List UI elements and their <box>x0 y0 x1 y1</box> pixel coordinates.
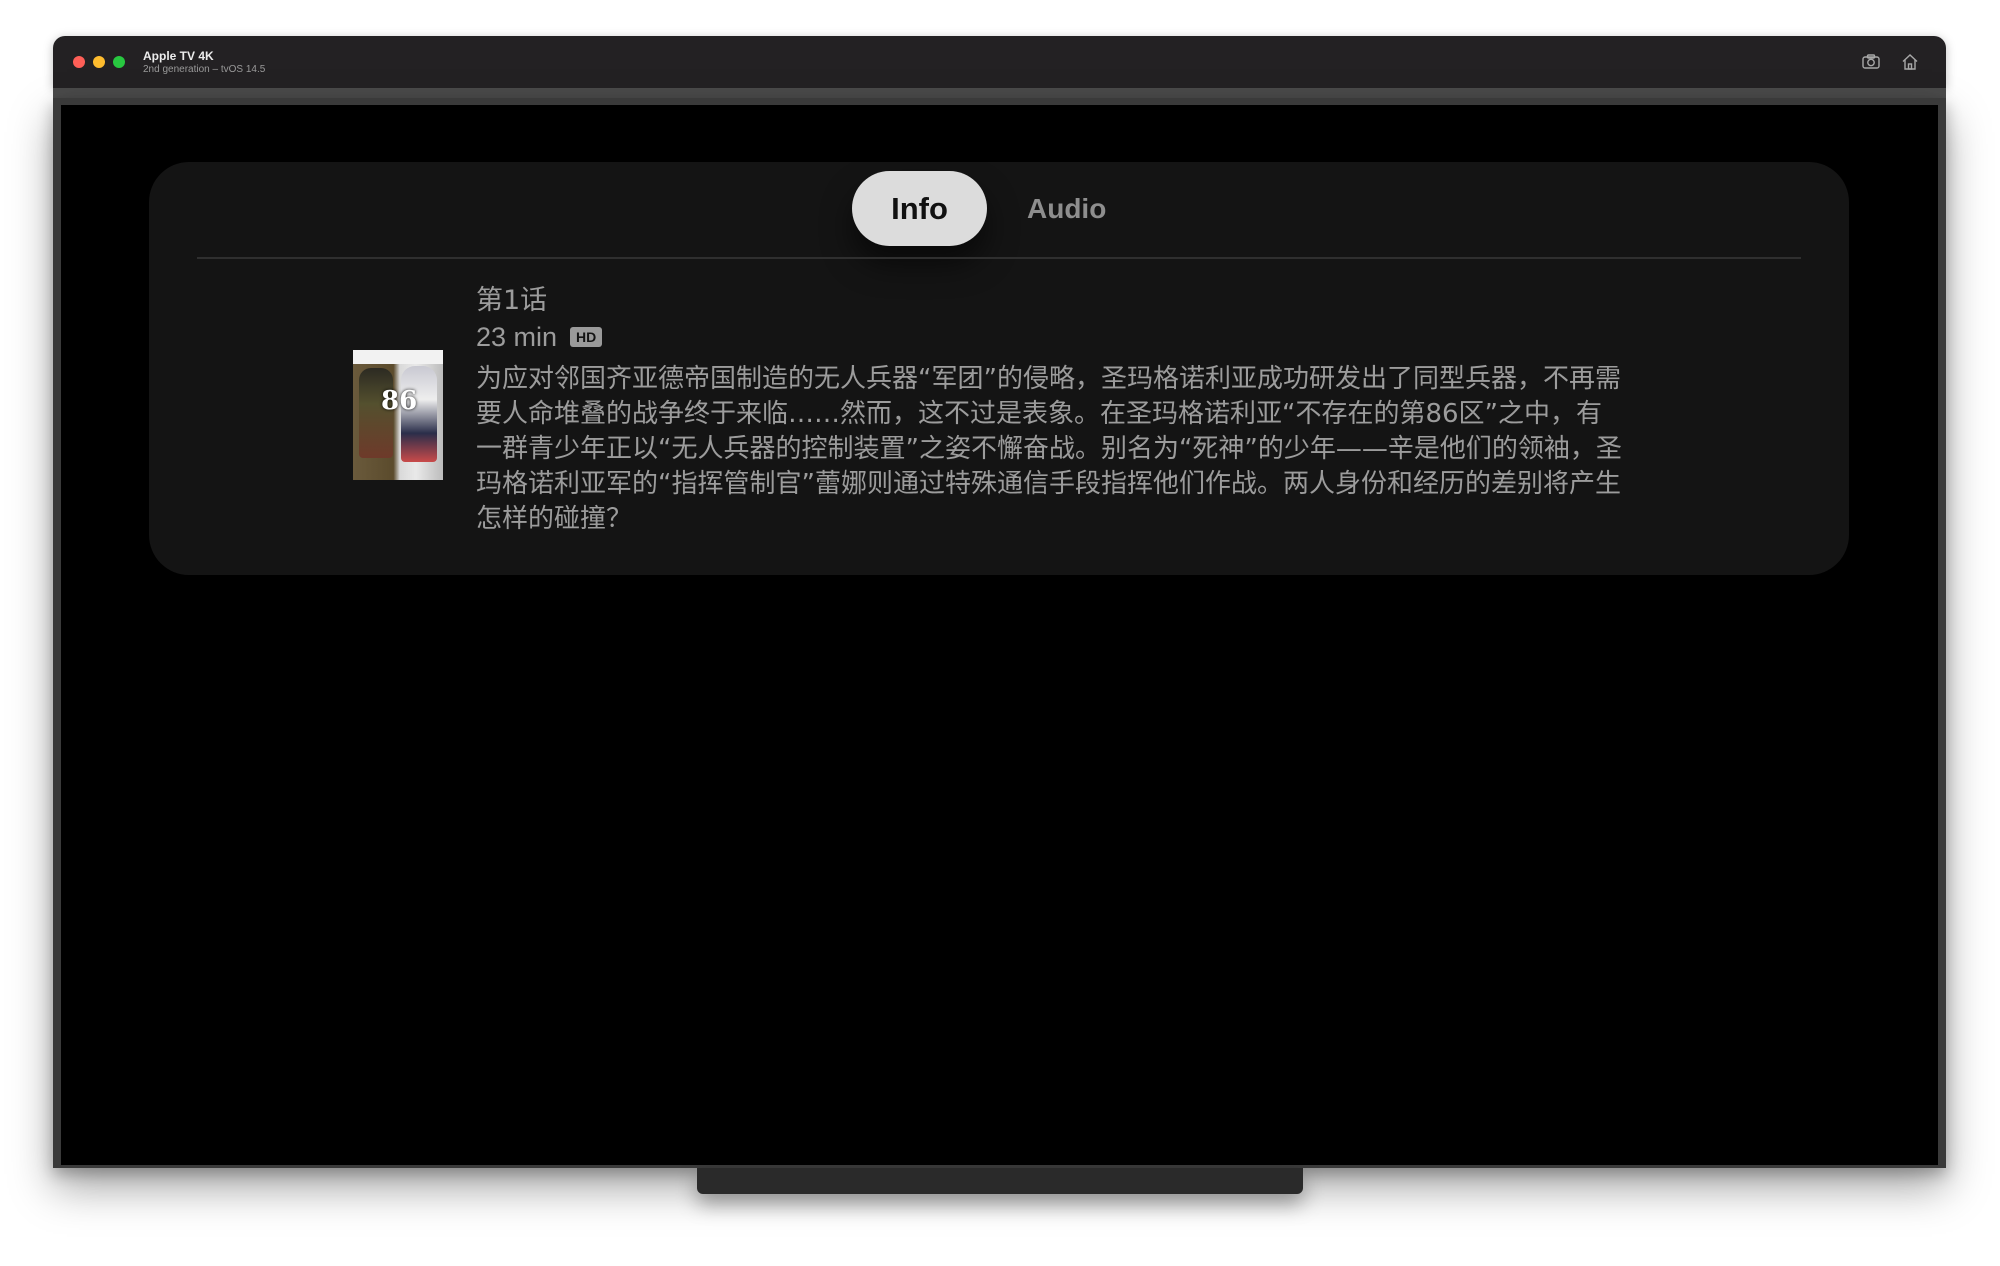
minimize-window-button[interactable] <box>93 56 105 68</box>
tv-screen: Info Audio 86 第1话 23 min HD 为应对邻国齐亚德帝国制造… <box>61 105 1938 1165</box>
screenshot-button[interactable] <box>1859 50 1883 74</box>
episode-duration: 23 min <box>476 321 558 352</box>
tab-audio[interactable]: Audio <box>1027 189 1106 229</box>
episode-poster: 86 <box>353 350 443 480</box>
simulator-window: Apple TV 4K 2nd generation – tvOS 14.5 I… <box>53 36 1946 1194</box>
zoom-window-button[interactable] <box>113 56 125 68</box>
tv-stand <box>697 1168 1303 1194</box>
poster-number: 86 <box>381 386 418 416</box>
window-separator <box>53 88 1946 98</box>
info-panel: Info Audio 86 第1话 23 min HD 为应对邻国齐亚德帝国制造… <box>149 162 1849 575</box>
title-bar[interactable]: Apple TV 4K 2nd generation – tvOS 14.5 <box>53 36 1946 88</box>
camera-icon <box>1862 54 1880 69</box>
episode-description: 为应对邻国齐亚德帝国制造的无人兵器“军团”的侵略，圣玛格诺利亚成功研发出了同型兵… <box>476 364 1622 534</box>
poster-top-band <box>353 350 443 364</box>
tab-info[interactable]: Info <box>852 171 987 246</box>
window-subtitle: 2nd generation – tvOS 14.5 <box>143 64 266 75</box>
home-icon <box>1902 54 1918 70</box>
home-button[interactable] <box>1898 50 1922 74</box>
episode-meta: 23 min HD <box>476 319 603 355</box>
episode-title: 第1话 <box>476 285 548 316</box>
tv-bezel: Info Audio 86 第1话 23 min HD 为应对邻国齐亚德帝国制造… <box>53 98 1946 1168</box>
tab-divider <box>197 257 1801 259</box>
hd-badge: HD <box>570 327 603 347</box>
close-window-button[interactable] <box>73 56 85 68</box>
window-title: Apple TV 4K <box>143 49 214 63</box>
